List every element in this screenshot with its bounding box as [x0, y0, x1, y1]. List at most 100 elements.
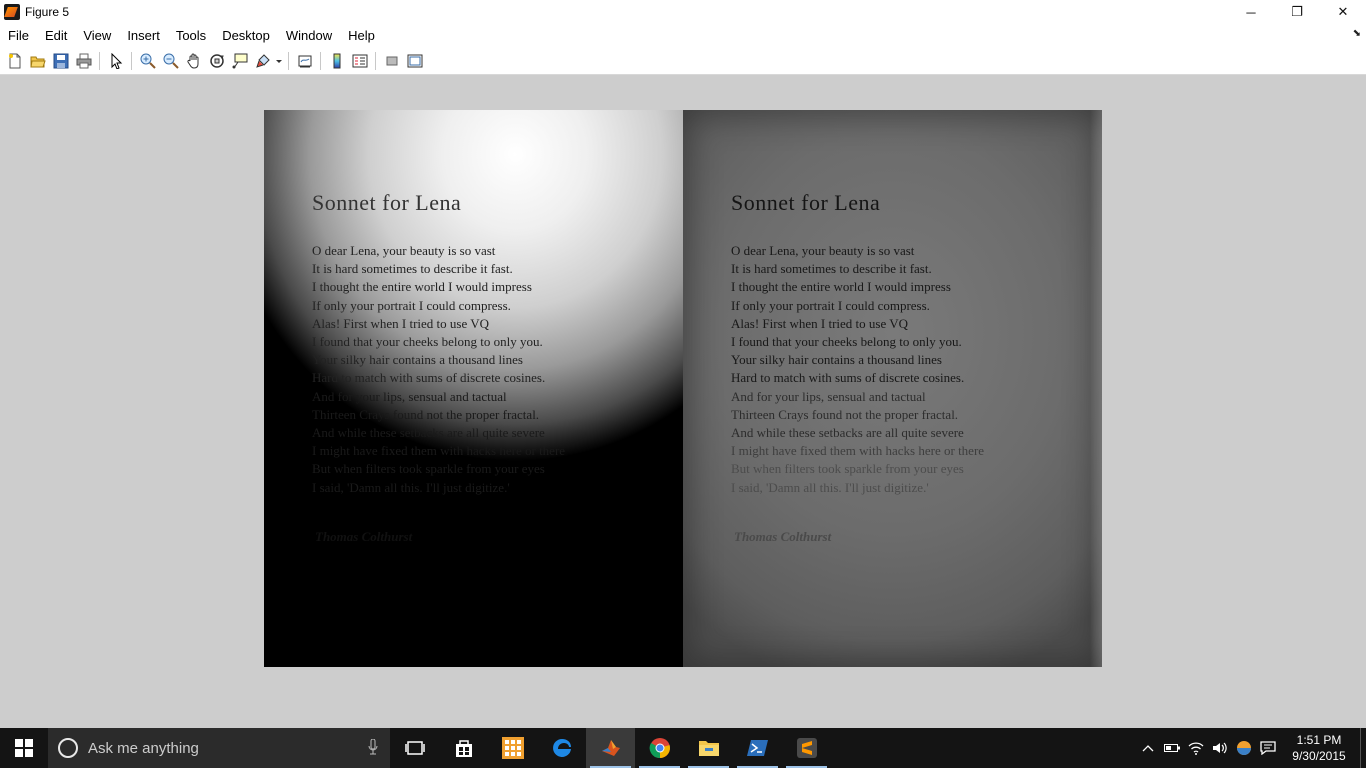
sublime-text-icon[interactable]	[782, 728, 831, 768]
poem-line: Your silky hair contains a thousand line…	[312, 352, 523, 368]
pan-hand-icon[interactable]	[182, 50, 205, 72]
poem-title: Sonnet for Lena	[312, 190, 462, 215]
menu-desktop[interactable]: Desktop	[214, 24, 278, 48]
poem-line: And while these setbacks are all quite s…	[312, 425, 545, 441]
link-plot-icon[interactable]	[293, 50, 316, 72]
matlab-logo-icon	[4, 4, 20, 20]
figure-canvas[interactable]: Sonnet for Lena O dear Lena, your beauty…	[0, 76, 1366, 728]
poem-line: It is hard sometimes to describe it fast…	[731, 261, 932, 277]
poem-line: I thought the entire world I would impre…	[312, 279, 532, 295]
poem-author: Thomas Colthurst	[315, 528, 413, 544]
taskbar-clock[interactable]: 1:51 PM 9/30/2015	[1280, 732, 1358, 764]
toolbar-separator	[288, 52, 289, 70]
print-icon[interactable]	[72, 50, 95, 72]
clock-time: 1:51 PM	[1296, 733, 1342, 747]
zoom-out-icon[interactable]	[159, 50, 182, 72]
search-placeholder: Ask me anything	[88, 739, 199, 757]
show-desktop-button[interactable]	[1360, 728, 1366, 768]
menu-file[interactable]: File	[0, 24, 37, 48]
figure-toolbar	[0, 48, 1366, 75]
zoom-in-icon[interactable]	[136, 50, 159, 72]
poem-line: And while these setbacks are all quite s…	[731, 425, 964, 441]
minimize-button[interactable]: ─	[1228, 0, 1274, 24]
poem-line: And for your lips, sensual and tactual	[312, 388, 507, 404]
brush-icon[interactable]	[251, 50, 274, 72]
poem-line: I thought the entire world I would impre…	[731, 279, 951, 295]
toolbar-separator	[320, 52, 321, 70]
poem-line: Hard to match with sums of discrete cosi…	[312, 370, 546, 386]
matlab-icon[interactable]	[586, 728, 635, 768]
toolbar-separator	[375, 52, 376, 70]
poem-line: Thirteen Crays found not the proper frac…	[731, 406, 959, 422]
menu-view[interactable]: View	[75, 24, 119, 48]
poem-line: Your silky hair contains a thousand line…	[731, 352, 942, 368]
clock-date: 9/30/2015	[1292, 749, 1346, 763]
poem-line: I said, 'Damn all this. I'll just digiti…	[731, 479, 929, 495]
poem-line: I said, 'Damn all this. I'll just digiti…	[312, 479, 510, 495]
menu-help[interactable]: Help	[340, 24, 383, 48]
window-titlebar[interactable]: Figure 5 ─ ❐ ✕	[0, 0, 1366, 24]
brush-dropdown-icon[interactable]	[274, 50, 284, 72]
poem-line: I might have fixed them with hacks here …	[312, 443, 566, 459]
new-figure-icon[interactable]	[3, 50, 26, 72]
cortana-search-box[interactable]: Ask me anything	[48, 728, 390, 768]
poem-author: Thomas Colthurst	[734, 528, 832, 544]
system-tray: 1:51 PM 9/30/2015	[1136, 728, 1366, 768]
app-grid-icon[interactable]	[488, 728, 537, 768]
battery-icon[interactable]	[1160, 728, 1184, 768]
menu-window[interactable]: Window	[278, 24, 340, 48]
toolbar-separator	[99, 52, 100, 70]
wifi-icon[interactable]	[1184, 728, 1208, 768]
insert-colorbar-icon[interactable]	[325, 50, 348, 72]
poem-title: Sonnet for Lena	[731, 190, 881, 215]
menu-edit[interactable]: Edit	[37, 24, 75, 48]
microphone-icon[interactable]	[368, 739, 378, 755]
edge-icon[interactable]	[537, 728, 586, 768]
poem-line: I found that your cheeks belong to only …	[731, 334, 962, 350]
restore-button[interactable]: ❐	[1274, 0, 1320, 24]
poem-page-original: Sonnet for Lena O dear Lena, your beauty…	[312, 190, 565, 545]
hide-plot-tools-icon[interactable]	[380, 50, 403, 72]
rotate-3d-icon[interactable]	[205, 50, 228, 72]
poem-line: It is hard sometimes to describe it fast…	[312, 261, 513, 277]
poem-line: I found that your cheeks belong to only …	[312, 334, 543, 350]
show-hidden-icons-icon[interactable]	[1136, 728, 1160, 768]
taskbar-apps	[390, 728, 831, 768]
poem-line: O dear Lena, your beauty is so vast	[312, 243, 496, 258]
action-center-icon[interactable]	[1256, 728, 1280, 768]
poem-line: I might have fixed them with hacks here …	[731, 443, 985, 459]
edit-plot-arrow-icon[interactable]	[104, 50, 127, 72]
data-cursor-icon[interactable]	[228, 50, 251, 72]
poem-line: Alas! First when I tried to use VQ	[731, 315, 909, 331]
cortana-icon	[58, 738, 78, 758]
show-plot-tools-icon[interactable]	[403, 50, 426, 72]
poem-line: Thirteen Crays found not the proper frac…	[312, 406, 540, 422]
poem-line: And for your lips, sensual and tactual	[731, 388, 926, 404]
poem-line: But when filters took sparkle from your …	[731, 461, 964, 477]
dock-figure-icon[interactable]: ⬊	[1353, 28, 1361, 39]
poem-lines: O dear Lena, your beauty is so vast It i…	[731, 242, 984, 497]
powershell-icon[interactable]	[733, 728, 782, 768]
poem-line: O dear Lena, your beauty is so vast	[731, 243, 915, 258]
menu-tools[interactable]: Tools	[168, 24, 214, 48]
poem-line: If only your portrait I could compress.	[312, 297, 511, 313]
volume-icon[interactable]	[1208, 728, 1232, 768]
start-button[interactable]	[0, 728, 48, 768]
insert-legend-icon[interactable]	[348, 50, 371, 72]
poem-line: Alas! First when I tried to use VQ	[312, 315, 490, 331]
open-file-icon[interactable]	[26, 50, 49, 72]
windows-logo-icon	[15, 739, 33, 757]
store-icon[interactable]	[439, 728, 488, 768]
poem-line: If only your portrait I could compress.	[731, 297, 930, 313]
poem-lines: O dear Lena, your beauty is so vast It i…	[312, 242, 565, 497]
task-view-icon[interactable]	[390, 728, 439, 768]
toolbar-separator	[131, 52, 132, 70]
chrome-icon[interactable]	[635, 728, 684, 768]
weather-icon[interactable]	[1232, 728, 1256, 768]
file-explorer-icon[interactable]	[684, 728, 733, 768]
save-icon[interactable]	[49, 50, 72, 72]
menubar: File Edit View Insert Tools Desktop Wind…	[0, 24, 1366, 48]
processed-image-panel: Sonnet for Lena O dear Lena, your beauty…	[683, 110, 1102, 667]
close-button[interactable]: ✕	[1320, 0, 1366, 24]
menu-insert[interactable]: Insert	[119, 24, 168, 48]
